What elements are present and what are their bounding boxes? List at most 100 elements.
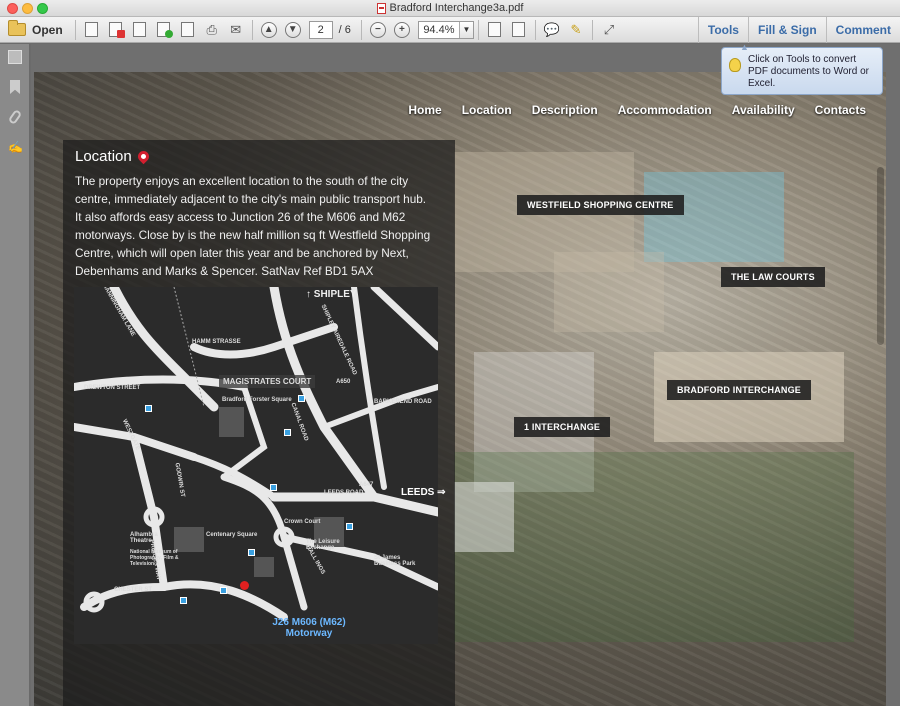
parking-icon [220, 587, 227, 594]
toolbar-separator [477, 19, 479, 40]
comment-button[interactable]: Comment [825, 16, 900, 43]
map-label-street: CHESTER ST [114, 587, 153, 593]
plus-icon: + [393, 21, 410, 38]
fit-width-icon [488, 22, 502, 37]
fill-sign-button[interactable]: Fill & Sign [747, 16, 826, 43]
tooltip-text: Click on Tools to convert PDF documents … [748, 54, 869, 89]
toolbar-right-group: Tools Fill & Sign Comment [697, 16, 900, 43]
next-page-button[interactable]: ▼ [282, 20, 304, 40]
pdf-page: Home Location Description Accommodation … [34, 72, 886, 706]
tools-button[interactable]: Tools [697, 16, 748, 43]
open-button[interactable]: Open [0, 20, 71, 37]
arrow-up-icon: ▲ [260, 21, 277, 38]
minus-icon: − [369, 21, 386, 38]
map-label-crown-court: Crown Court [284, 519, 321, 525]
edit-pdf-button[interactable] [129, 20, 151, 40]
map-label-street: A650 [336, 379, 351, 385]
page-navigation: Home Location Description Accommodation … [408, 103, 886, 117]
export-pdf-icon [109, 22, 126, 38]
map-label-st-james: St James Business Park [374, 555, 416, 567]
map-label-national-museum: National Museum of Photography, Film & T… [130, 549, 179, 567]
page-thumbnails-icon[interactable] [8, 50, 22, 64]
aerial-photo-block [554, 252, 664, 332]
zoom-value: 94.4% [423, 23, 455, 36]
open-label: Open [32, 22, 63, 37]
fit-width-button[interactable] [484, 20, 506, 40]
close-window-button[interactable] [7, 3, 18, 14]
nav-availability[interactable]: Availability [732, 103, 795, 117]
upload-button[interactable] [153, 20, 175, 40]
map-pin-icon [135, 148, 151, 165]
create-pdf-button[interactable] [81, 20, 103, 40]
expand-arrows-icon: ⤢ [603, 21, 615, 37]
property-location-pin [240, 581, 249, 590]
map-label-street: DREWTON STREET [84, 385, 141, 391]
parking-icon [346, 523, 353, 530]
page-scrollbar[interactable] [877, 167, 884, 345]
aerial-photo-block [454, 452, 854, 642]
nav-home[interactable]: Home [408, 103, 441, 117]
parking-icon [270, 484, 277, 491]
toolbar-separator [534, 19, 536, 40]
zoom-out-button[interactable]: − [367, 20, 389, 40]
tools-tooltip[interactable]: ▲ Click on Tools to convert PDF document… [721, 42, 883, 95]
fit-page-button[interactable] [508, 20, 530, 40]
zoom-select[interactable]: 94.4% ▼ [417, 20, 474, 39]
callout-westfield: WESTFIELD SHOPPING CENTRE [517, 195, 684, 215]
save-button[interactable] [177, 20, 199, 40]
zoom-window-button[interactable] [37, 3, 48, 14]
nav-accommodation[interactable]: Accommodation [618, 103, 712, 117]
highlighter-icon: ✎ [570, 21, 582, 37]
envelope-icon: ✉ [230, 21, 242, 37]
chevron-down-icon[interactable]: ▼ [458, 21, 473, 38]
location-panel: Location The property enjoys an excellen… [63, 140, 455, 706]
callout-bradford-interchange: BRADFORD INTERCHANGE [667, 380, 811, 400]
upload-cloud-icon [157, 22, 174, 38]
highlight-button[interactable]: ✎ [565, 20, 587, 40]
page-separator: / [338, 23, 342, 36]
nav-contacts[interactable]: Contacts [815, 103, 866, 117]
title-bar: Bradford Interchange3a.pdf [0, 0, 900, 17]
full-screen-button[interactable]: ⤢ [598, 20, 620, 40]
location-map: ↑ SHIPLEY MAGISTRATES COURT Bradford For… [74, 287, 438, 644]
email-button[interactable]: ✉ [225, 20, 247, 40]
add-comment-button[interactable]: 💬 [541, 20, 563, 40]
nav-description[interactable]: Description [532, 103, 598, 117]
document-viewer[interactable]: Home Location Description Accommodation … [31, 42, 900, 706]
page-number-input[interactable]: 2 [308, 20, 333, 39]
parking-icon [284, 429, 291, 436]
signature-icon[interactable]: ✍ [8, 140, 23, 154]
callout-law-courts: THE LAW COURTS [721, 267, 825, 287]
zoom-in-button[interactable]: + [391, 20, 413, 40]
leeds-direction-label: LEEDS ⇒ [401, 487, 446, 498]
save-icon [181, 22, 195, 37]
map-label-alhambra: Alhambra Theatre [130, 532, 158, 544]
folder-icon [8, 20, 26, 36]
window-title-text: Bradford Interchange3a.pdf [389, 2, 524, 14]
caret-up-icon: ▲ [740, 42, 749, 52]
minimize-window-button[interactable] [22, 3, 33, 14]
map-label-street: HAMM STRASSE [192, 339, 241, 345]
callout-1-interchange: 1 INTERCHANGE [514, 417, 611, 437]
navigation-pane: ✍ [0, 44, 30, 706]
map-label-centenary-square: Centenary Square [206, 532, 258, 538]
map-label-magistrates-court: MAGISTRATES COURT [219, 375, 316, 388]
attachment-icon[interactable] [7, 108, 23, 126]
toolbar: Open ⎙ ✉ ▲ ▼ 2 / 6 − + 94.4% ▼ 💬 ✎ ⤢ Too… [0, 16, 900, 43]
parking-icon [248, 549, 255, 556]
export-pdf-button[interactable] [105, 20, 127, 40]
create-pdf-icon [85, 22, 99, 37]
nav-location[interactable]: Location [462, 103, 512, 117]
map-label-leisure-exchange: The Leisure Exchange [306, 539, 340, 551]
bookmark-icon[interactable] [10, 80, 20, 94]
previous-page-button[interactable]: ▲ [258, 20, 280, 40]
page-total-number: 6 [344, 23, 351, 36]
print-button[interactable]: ⎙ [201, 20, 223, 40]
arrow-down-icon: ▼ [284, 21, 301, 38]
location-title: Location [75, 148, 132, 165]
map-label-street: LEEDS ROAD [324, 490, 364, 496]
parking-icon [145, 405, 152, 412]
map-label-forster-square: Bradford Forster Square [222, 397, 292, 403]
toolbar-separator [591, 19, 593, 40]
location-heading: Location [75, 148, 151, 165]
